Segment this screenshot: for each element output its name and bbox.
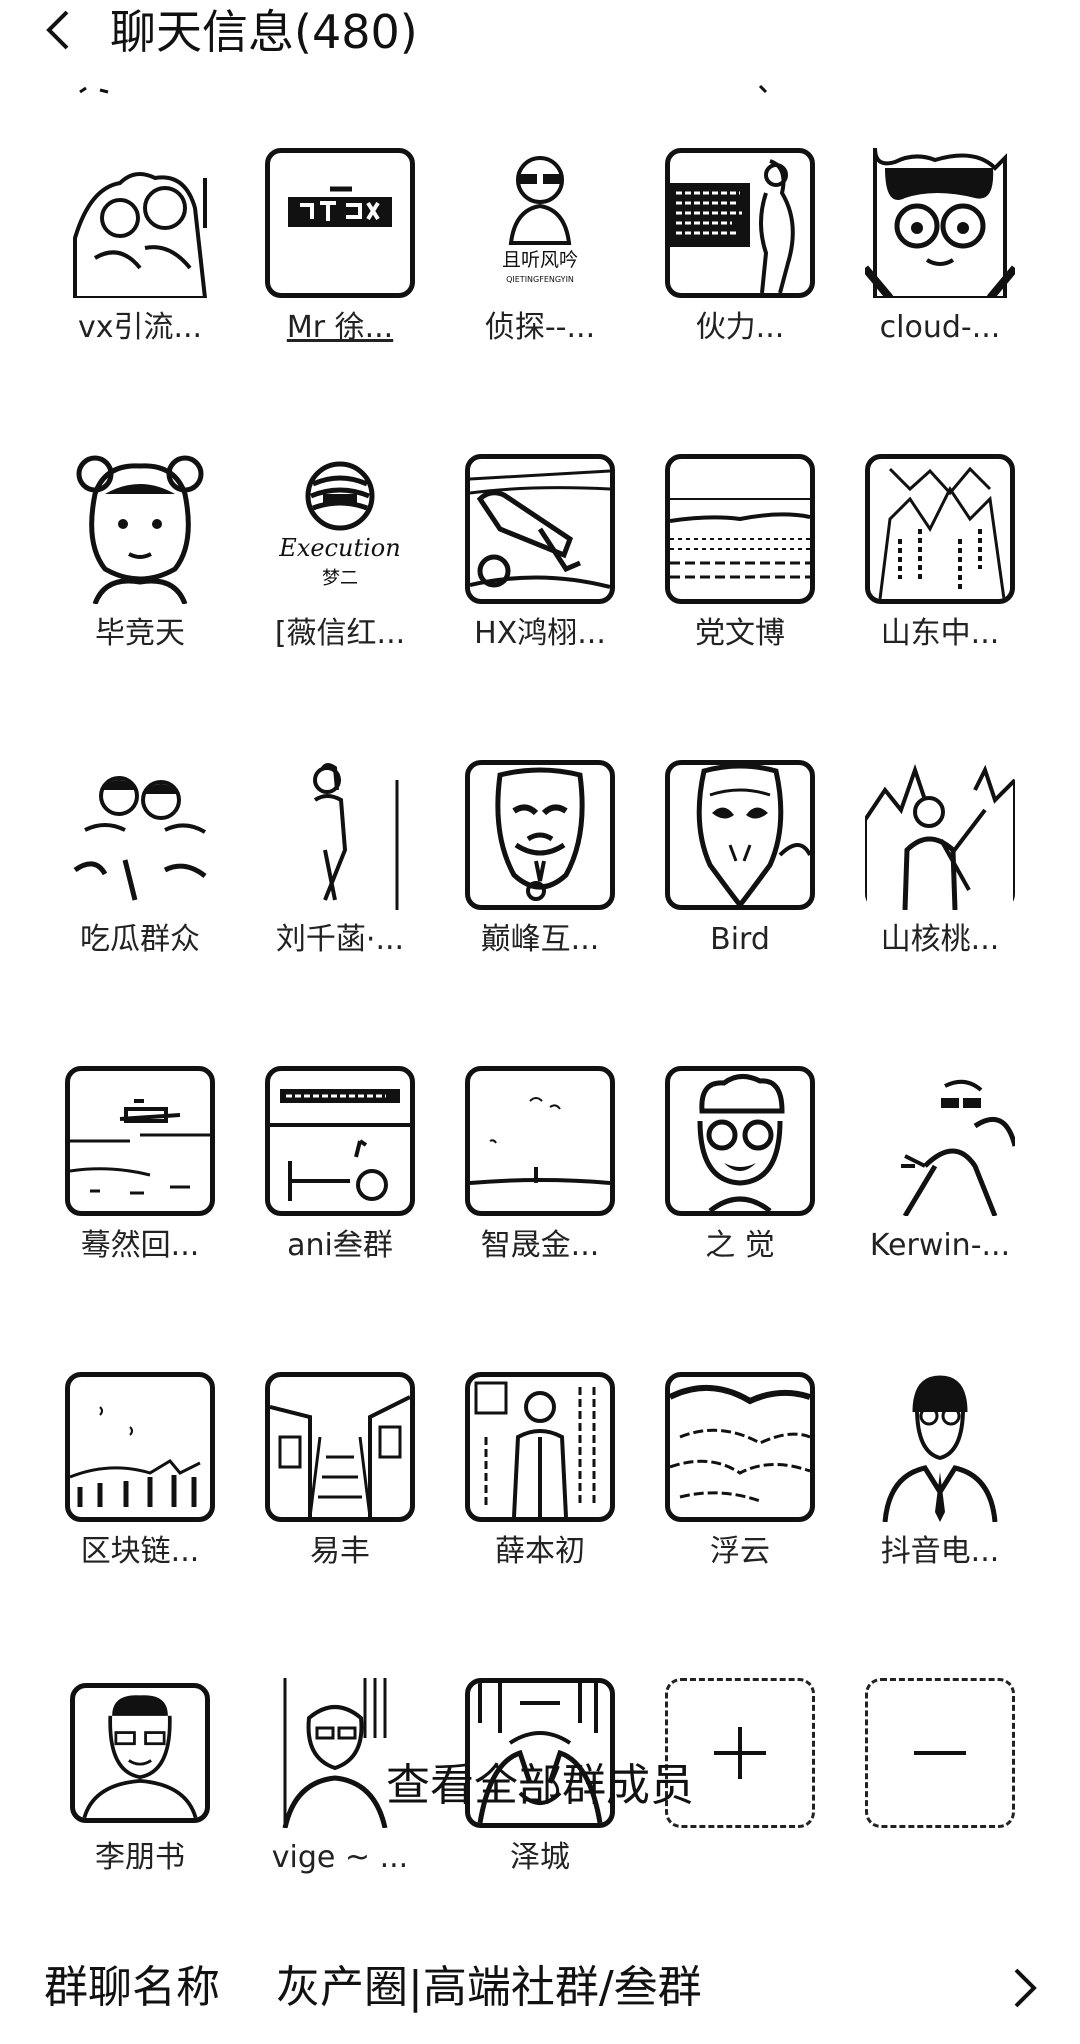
- member-avatar: [865, 454, 1015, 604]
- chevron-right-icon: [1014, 1968, 1037, 2008]
- member-name: 山东中...: [880, 616, 1000, 651]
- member-item[interactable]: 抖音电...: [840, 1372, 1040, 1570]
- top-bar: 聊天信息(480): [0, 0, 1080, 70]
- member-name: vx引流...: [77, 310, 203, 345]
- member-item[interactable]: 之 觉: [640, 1066, 840, 1264]
- member-item[interactable]: Bird: [640, 760, 840, 958]
- member-name: 薛本初: [495, 1534, 585, 1569]
- member-name: 伙力...: [695, 310, 785, 345]
- member-item[interactable]: 山东中...: [840, 454, 1040, 652]
- member-avatar: [65, 760, 215, 910]
- member-avatar: [665, 1066, 815, 1216]
- member-name: 党文博: [695, 616, 785, 651]
- member-avatar: [65, 148, 215, 298]
- group-name-value: 灰产圈|高端社群/叁群: [276, 1962, 702, 2013]
- member-avatar: Execution 梦二: [265, 454, 415, 604]
- member-avatar: [465, 454, 615, 604]
- member-avatar: [465, 1372, 615, 1522]
- member-name: 吃瓜群众: [80, 922, 200, 957]
- member-item[interactable]: 蓦然回...: [40, 1066, 240, 1264]
- member-name: 巅峰互...: [480, 922, 600, 957]
- member-name: 蓦然回...: [80, 1228, 200, 1263]
- avatar-logo-text: Execution: [278, 534, 400, 562]
- member-avatar: [665, 454, 815, 604]
- member-item[interactable]: 浮云: [640, 1372, 840, 1570]
- member-avatar: [265, 1066, 415, 1216]
- member-name: vige ~ ...: [271, 1840, 409, 1875]
- avatar-logo-subtext: 梦二: [322, 568, 358, 589]
- member-item[interactable]: vx引流...: [40, 148, 240, 346]
- member-item[interactable]: ani叁群: [240, 1066, 440, 1264]
- page-title: 聊天信息(480): [110, 5, 418, 59]
- member-name: 山核桃...: [880, 922, 1000, 957]
- member-avatar: [665, 1372, 815, 1522]
- scrolled-avatar-remnant: [79, 84, 768, 94]
- member-name: 浮云: [710, 1534, 770, 1569]
- avatar-logo-text: 且听风吟: [502, 249, 578, 271]
- member-name: 毕竞天: [95, 616, 185, 651]
- member-item[interactable]: 伙力...: [640, 148, 840, 346]
- member-avatar: [865, 1372, 1015, 1522]
- member-name: cloud-...: [879, 310, 1001, 345]
- member-avatar: [665, 148, 815, 298]
- member-item[interactable]: Mr 徐...: [240, 148, 440, 346]
- member-item[interactable]: Kerwin-...: [840, 1066, 1040, 1264]
- member-name: 抖音电...: [880, 1534, 1000, 1569]
- member-name: 之 觉: [705, 1228, 775, 1263]
- group-name-row[interactable]: 群聊名称 灰产圈|高端社群/叁群: [0, 1950, 1080, 2030]
- member-item[interactable]: 易丰: [240, 1372, 440, 1570]
- member-grid: vx引流... Mr 徐... 且听风吟 QIETINGFENGYIN 侦探--…: [40, 148, 1040, 1876]
- member-name: 区块链...: [80, 1534, 200, 1569]
- member-avatar: [65, 1372, 215, 1522]
- member-avatar: [265, 760, 415, 910]
- member-avatar: [865, 148, 1015, 298]
- member-item[interactable]: 毕竞天: [40, 454, 240, 652]
- member-item[interactable]: 刘千菡·...: [240, 760, 440, 958]
- member-name: 易丰: [310, 1534, 370, 1569]
- member-name: 泽城: [510, 1840, 570, 1875]
- chevron-left-icon: [46, 10, 69, 50]
- back-button[interactable]: [36, 4, 80, 56]
- member-item[interactable]: 区块链...: [40, 1372, 240, 1570]
- avatar-logo-subtext: QIETINGFENGYIN: [506, 275, 574, 284]
- member-name: Kerwin-...: [869, 1228, 1011, 1263]
- member-item[interactable]: HX鸿栩...: [440, 454, 640, 652]
- member-avatar: [465, 1066, 615, 1216]
- member-avatar: [865, 1066, 1015, 1216]
- member-name: HX鸿栩...: [474, 616, 606, 651]
- member-item[interactable]: 巅峰互...: [440, 760, 640, 958]
- member-name: 刘千菡·...: [275, 922, 405, 957]
- member-avatar: [665, 760, 815, 910]
- member-name: Bird: [710, 922, 770, 957]
- member-name: ani叁群: [287, 1228, 393, 1263]
- member-avatar: [865, 760, 1015, 910]
- member-item[interactable]: 吃瓜群众: [40, 760, 240, 958]
- member-name: [薇信红...: [274, 616, 406, 651]
- member-avatar: [65, 454, 215, 604]
- member-item[interactable]: 且听风吟 QIETINGFENGYIN 侦探--...: [440, 148, 640, 346]
- member-item[interactable]: Execution 梦二 [薇信红...: [240, 454, 440, 652]
- member-item[interactable]: 智晟金...: [440, 1066, 640, 1264]
- member-avatar: [465, 760, 615, 910]
- member-name: Mr 徐...: [286, 310, 394, 345]
- member-name: 智晟金...: [480, 1228, 600, 1263]
- member-avatar: 且听风吟 QIETINGFENGYIN: [465, 148, 615, 298]
- member-item[interactable]: 薛本初: [440, 1372, 640, 1570]
- group-name-label: 群聊名称: [44, 1962, 220, 2013]
- member-item[interactable]: 山核桃...: [840, 760, 1040, 958]
- member-item[interactable]: 党文博: [640, 454, 840, 652]
- member-name: 李朋书: [95, 1840, 185, 1875]
- member-avatar: [65, 1066, 215, 1216]
- view-all-members-link[interactable]: 查看全部群成员: [0, 1760, 1080, 1812]
- member-avatar: [265, 148, 415, 298]
- member-item[interactable]: cloud-...: [840, 148, 1040, 346]
- member-name: 侦探--...: [484, 310, 596, 345]
- member-avatar: [265, 1372, 415, 1522]
